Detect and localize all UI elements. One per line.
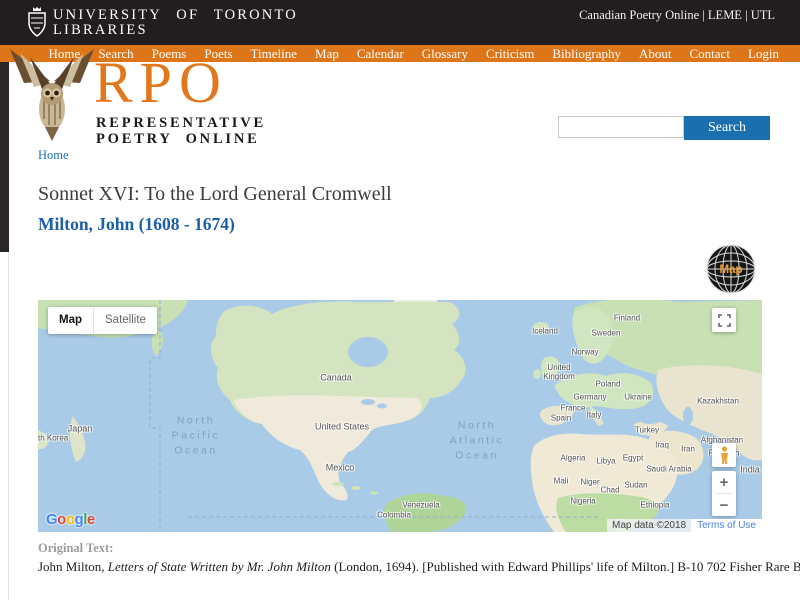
- map-label-sudan: Sudan: [624, 480, 648, 490]
- map-type-control: Map Satellite: [48, 307, 157, 334]
- uoft-crest-icon: [28, 7, 46, 37]
- topbar-links[interactable]: Canadian Poetry Online | LEME | UTL: [579, 8, 775, 23]
- map-label-japan: Japan: [67, 423, 93, 434]
- google-logo-letter: o: [57, 511, 66, 528]
- map-label-kazakhstan: Kazakhstan: [697, 396, 739, 406]
- map-data-copyright: Map data ©2018: [607, 519, 692, 532]
- map-label-north-atlantic-ocean: North Atlantic Ocean: [449, 419, 505, 462]
- map-label-iran: Iran: [681, 444, 695, 454]
- rpo-logo-text[interactable]: RPO: [94, 54, 228, 112]
- nav-item-criticism[interactable]: Criticism: [477, 46, 543, 62]
- map-label-india: India: [740, 464, 760, 475]
- map-tab[interactable]: Map: [48, 307, 93, 334]
- university-topbar: UNIVERSITY OF TORONTO LIBRARIES Canadian…: [0, 0, 800, 45]
- globe-map-icon[interactable]: Map: [705, 243, 757, 295]
- nav-item-bibliography[interactable]: Bibliography: [543, 46, 630, 62]
- map-label-venezuela: Venezuela: [402, 500, 440, 510]
- google-logo-letter: g: [74, 511, 84, 528]
- rpo-name-line1: REPRESENTATIVE: [96, 115, 266, 131]
- nav-item-calendar[interactable]: Calendar: [348, 46, 413, 62]
- citation-text: John Milton, Letters of State Written by…: [38, 559, 800, 575]
- google-logo-letter: G: [46, 511, 58, 528]
- fullscreen-icon: [717, 313, 731, 327]
- rpo-name-line2: POETRY ONLINE: [96, 131, 260, 147]
- map-label-turkey: Turkey: [634, 425, 660, 435]
- map-label-finland: Finland: [613, 313, 641, 323]
- rpo-page: UNIVERSITY OF TORONTO LIBRARIES Canadian…: [0, 0, 800, 600]
- author-link[interactable]: Milton, John (1608 - 1674): [38, 214, 235, 235]
- zoom-out-button[interactable]: −: [712, 494, 736, 516]
- nav-item-login[interactable]: Login: [739, 46, 788, 62]
- fullscreen-button[interactable]: [712, 308, 736, 332]
- map-label-algeria: Algeria: [560, 453, 586, 463]
- map-label-norway: Norway: [571, 347, 599, 357]
- nav-item-about[interactable]: About: [630, 46, 681, 62]
- zoom-control: + −: [712, 471, 736, 516]
- map-attribution: Map data ©2018 Terms of Use: [607, 519, 762, 532]
- nav-item-contact[interactable]: Contact: [681, 46, 739, 62]
- university-name-line2: LIBRARIES: [53, 22, 148, 38]
- map-label-sweden: Sweden: [591, 328, 621, 338]
- pegman-control[interactable]: [712, 443, 736, 467]
- map-label-france: France: [560, 403, 586, 413]
- map-label-libya: Libya: [596, 456, 616, 466]
- world-map-graphic: [38, 300, 762, 532]
- breadcrumb-home-link[interactable]: Home: [38, 148, 69, 163]
- map-label-nigeria: Nigeria: [570, 496, 596, 506]
- university-name-line1: UNIVERSITY OF TORONTO: [53, 7, 298, 23]
- citation-suffix: (London, 1694). [Published with Edward P…: [334, 559, 800, 574]
- map-label-united-states: United States: [314, 421, 370, 432]
- google-logo[interactable]: Google: [46, 511, 95, 528]
- map-label-italy: Italy: [586, 410, 602, 420]
- left-divider-line: [8, 252, 9, 600]
- university-name: UNIVERSITY OF TORONTO LIBRARIES: [53, 8, 298, 38]
- map-label-colombia: Colombia: [377, 510, 411, 520]
- map-label-spain: Spain: [550, 413, 572, 423]
- map-label-saudi-arabia: Saudi Arabia: [646, 464, 692, 474]
- citation-title-italic: Letters of State Written by Mr. John Mil…: [107, 559, 331, 574]
- original-text-label: Original Text:: [38, 541, 114, 555]
- search-button[interactable]: Search: [684, 116, 770, 140]
- map-label-egypt: Egypt: [622, 453, 644, 463]
- globe-map-label: Map: [720, 264, 743, 276]
- terms-of-use-link[interactable]: Terms of Use: [691, 519, 762, 532]
- nav-item-map[interactable]: Map: [306, 46, 348, 62]
- map-label-mexico: Mexico: [325, 462, 355, 473]
- search-input[interactable]: [558, 116, 684, 138]
- google-logo-letter: e: [86, 511, 95, 528]
- map-label-north-pacific-ocean: North Pacific Ocean: [171, 414, 221, 457]
- map-label-niger: Niger: [580, 477, 600, 487]
- pegman-icon: [720, 446, 728, 464]
- map-label-ukraine: Ukraine: [624, 392, 652, 402]
- map-label-ethiopia: Ethiopia: [640, 500, 670, 510]
- page-title: Sonnet XVI: To the Lord General Cromwell: [38, 183, 392, 205]
- map-label-iceland: Iceland: [532, 326, 558, 336]
- rpo-site-name: REPRESENTATIVE POETRY ONLINE: [96, 115, 266, 147]
- map-label-united-kingdom: United Kingdom: [543, 363, 575, 381]
- zoom-in-button[interactable]: +: [712, 471, 736, 493]
- nav-item-glossary[interactable]: Glossary: [413, 46, 477, 62]
- map-label-poland: Poland: [595, 379, 621, 389]
- citation-prefix: John Milton,: [38, 559, 108, 574]
- map-label-germany: Germany: [573, 392, 607, 402]
- google-logo-letter: o: [65, 511, 75, 528]
- map-label-iraq: Iraq: [655, 440, 669, 450]
- map-label-mali: Mali: [553, 476, 569, 486]
- google-map[interactable]: Map Satellite + − Google Map data ©2018 …: [38, 300, 762, 532]
- owl-logo[interactable]: [6, 47, 98, 141]
- nav-item-timeline[interactable]: Timeline: [242, 46, 306, 62]
- satellite-tab[interactable]: Satellite: [93, 307, 157, 334]
- map-label-south-korea: South Korea: [38, 433, 69, 443]
- map-label-chad: Chad: [600, 485, 620, 495]
- map-label-canada: Canada: [320, 372, 352, 383]
